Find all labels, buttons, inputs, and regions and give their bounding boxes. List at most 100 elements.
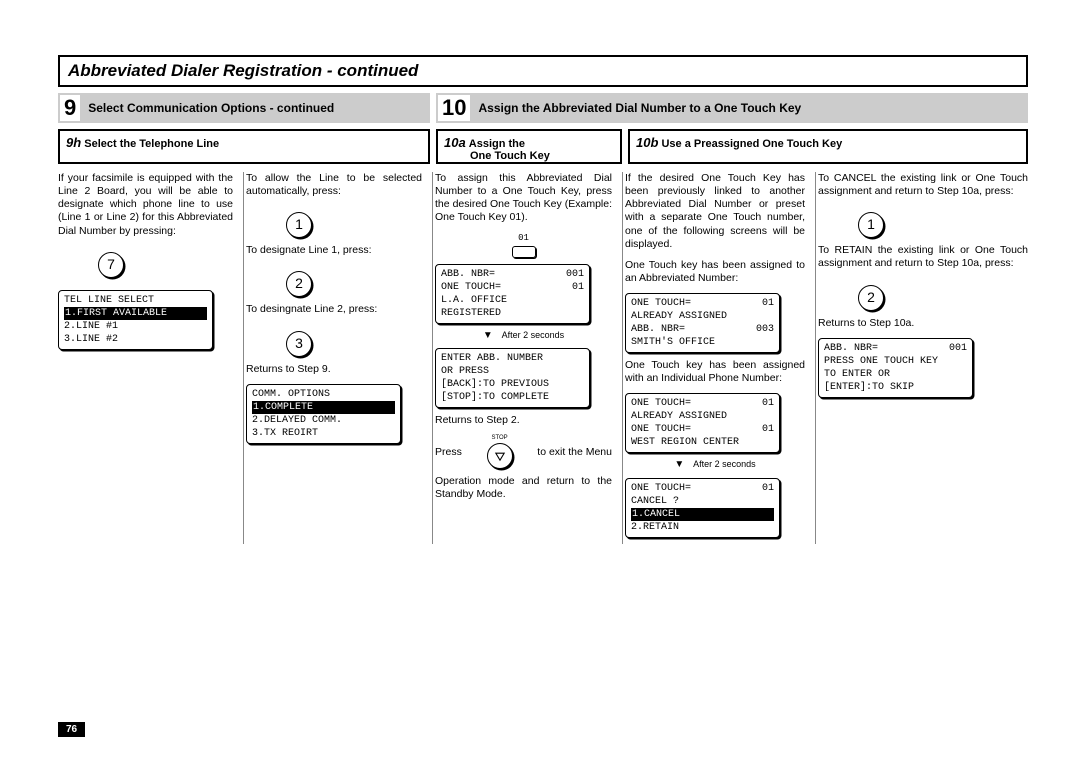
keypad-2b: 2 <box>858 285 884 311</box>
col3-p1: To assign this Abbreviated Dial Number t… <box>435 172 612 225</box>
sub-headers: 9h Select the Telephone Line 10a Assign … <box>58 129 1028 164</box>
lcd-already-abb: ONE TOUCH= 01 ALREADY ASSIGNED ABB. NBR= 0… <box>625 293 780 353</box>
sub-10b: 10b Use a Preassigned One Touch Key <box>628 129 1028 164</box>
lcd-line: 3.TX REOIRT <box>252 428 318 439</box>
arrow-icon: ▼ <box>483 330 493 341</box>
stop-label: STOP <box>487 435 513 443</box>
lcd-line: REGISTERED <box>441 308 501 319</box>
step-10-num: 10 <box>438 95 470 121</box>
sub-9h-lbl: 9h <box>66 135 81 150</box>
col4-p2: One Touch key has been assigned to an Ab… <box>625 259 805 285</box>
sub-10b-txt: Use a Preassigned One Touch Key <box>661 138 842 150</box>
col-4: If the desired One Touch Key has been pr… <box>623 172 816 544</box>
step-9-title: Select Communication Options - continued <box>82 97 340 119</box>
lcd-line: 003 <box>756 323 774 336</box>
onetouch-key-01: 01 <box>435 233 612 258</box>
col3-p3: Operation mode and return to the Standby… <box>435 475 612 501</box>
col5-p3: Returns to Step 10a. <box>818 317 1028 330</box>
lcd-line: ALREADY ASSIGNED <box>631 311 727 322</box>
lcd-line: ABB. NBR= <box>441 268 495 281</box>
lcd-line: ONE TOUCH= <box>631 482 691 495</box>
lcd-line: 3.LINE #2 <box>64 334 118 345</box>
stop-block: Press STOP to exit the Menu <box>435 435 612 469</box>
col-3: To assign this Abbreviated Dial Number t… <box>433 172 623 544</box>
lcd-line: TEL LINE SELECT <box>64 295 154 306</box>
col4-p3: One Touch key has been assigned with an … <box>625 359 805 385</box>
col-5: To CANCEL the existing link or One Touch… <box>816 172 1028 544</box>
onetouch-label: 01 <box>435 233 612 244</box>
col2-p4: Returns to Step 9. <box>246 363 422 376</box>
page-number: 76 <box>58 722 85 737</box>
lcd-comm-options: COMM. OPTIONS 1.COMPLETE 2.DELAYED COMM.… <box>246 384 401 444</box>
lcd-line: 2.DELAYED COMM. <box>252 415 342 426</box>
step-9-header: 9 Select Communication Options - continu… <box>58 93 430 123</box>
lcd-already-ot: ONE TOUCH= 01 ALREADY ASSIGNED ONE TOUCH=… <box>625 393 780 453</box>
stop-key-icon <box>487 443 513 469</box>
lcd-line: 01 <box>762 397 774 410</box>
step-10-title: Assign the Abbreviated Dial Number to a … <box>472 97 807 119</box>
lcd-line: WEST REGION CENTER <box>631 437 739 448</box>
lcd-line: 001 <box>566 268 584 281</box>
sub-10a: 10a Assign the One Touch Key <box>436 129 622 164</box>
lcd-cancel: ONE TOUCH= 01 CANCEL ? 1.CANCEL 2.RETAIN <box>625 478 780 538</box>
sub-9h-txt: Select the Telephone Line <box>84 138 219 150</box>
page-title: Abbreviated Dialer Registration - contin… <box>58 55 1028 87</box>
sub-10a-txt1: Assign the <box>469 138 525 150</box>
arrow-label: After 2 seconds <box>496 330 565 341</box>
lcd-line: ONE TOUCH= <box>631 423 691 436</box>
col3-p2: Returns to Step 2. <box>435 414 612 427</box>
lcd-line-sel: 1.CANCEL <box>631 508 774 521</box>
lcd-line: ENTER ABB. NUMBER <box>441 353 543 364</box>
lcd-line: 01 <box>762 423 774 436</box>
col4-p1: If the desired One Touch Key has been pr… <box>625 172 805 251</box>
lcd-line: COMM. OPTIONS <box>252 389 330 400</box>
col2-p1: To allow the Line to be selected automat… <box>246 172 422 198</box>
lcd-line: L.A. OFFICE <box>441 295 507 306</box>
press-label: Press <box>435 446 462 459</box>
lcd-line: 01 <box>762 297 774 310</box>
lcd-line: ONE TOUCH= <box>441 281 501 294</box>
lcd-line: SMITH'S OFFICE <box>631 337 715 348</box>
col1-p1: If your facsimile is equipped with the L… <box>58 172 233 238</box>
lcd-tel-line: TEL LINE SELECT 1.FIRST AVAILABLE 2.LINE… <box>58 290 213 350</box>
step-10-header: 10 Assign the Abbreviated Dial Number to… <box>436 93 1028 123</box>
sub-10b-lbl: 10b <box>636 135 658 150</box>
lcd-line: [ENTER]:TO SKIP <box>824 382 914 393</box>
arrow-down: ▼ After 2 seconds <box>435 330 612 343</box>
keypad-1b: 1 <box>858 212 884 238</box>
lcd-press-onetouch: ABB. NBR= 001 PRESS ONE TOUCH KEY TO ENTE… <box>818 338 973 398</box>
lcd-line: PRESS ONE TOUCH KEY <box>824 356 938 367</box>
lcd-line-sel: 1.FIRST AVAILABLE <box>64 307 207 320</box>
stop-button: STOP <box>487 435 513 469</box>
lcd-line: [BACK]:TO PREVIOUS <box>441 379 549 390</box>
arrow-label: After 2 seconds <box>687 459 756 470</box>
onetouch-key-icon <box>512 246 536 258</box>
lcd-enter-abb: ENTER ABB. NUMBER OR PRESS [BACK]:TO PRE… <box>435 348 590 408</box>
lcd-line: 01 <box>762 482 774 495</box>
lcd-line: ABB. NBR= <box>631 323 685 336</box>
sub-10a-txt2: One Touch Key <box>444 150 550 162</box>
lcd-line: 2.RETAIN <box>631 522 679 533</box>
sub-10a-lbl: 10a <box>444 135 466 150</box>
col2-p3: To desingnate Line 2, press: <box>246 303 422 316</box>
keypad-7: 7 <box>98 252 124 278</box>
arrow-down: ▼ After 2 seconds <box>625 459 805 472</box>
lcd-line: 001 <box>949 342 967 355</box>
arrow-icon: ▼ <box>674 459 684 470</box>
lcd-abb-registered: ABB. NBR=001 ONE TOUCH=01 L.A. OFFICE RE… <box>435 264 590 324</box>
lcd-line: OR PRESS <box>441 366 489 377</box>
lcd-line: ABB. NBR= <box>824 342 878 355</box>
sub-9h: 9h Select the Telephone Line <box>58 129 430 164</box>
lcd-line: ONE TOUCH= <box>631 297 691 310</box>
lcd-line: ONE TOUCH= <box>631 397 691 410</box>
col-1: If your facsimile is equipped with the L… <box>58 172 244 544</box>
col2-p2: To designate Line 1, press: <box>246 244 422 257</box>
lcd-line: CANCEL ? <box>631 496 679 507</box>
keypad-2: 2 <box>286 271 312 297</box>
lcd-line-sel: 1.COMPLETE <box>252 401 395 414</box>
lcd-line: 2.LINE #1 <box>64 321 118 332</box>
lcd-line: ALREADY ASSIGNED <box>631 411 727 422</box>
lcd-line: TO ENTER OR <box>824 369 890 380</box>
col5-p1: To CANCEL the existing link or One Touch… <box>818 172 1028 198</box>
step-9-num: 9 <box>60 95 80 121</box>
